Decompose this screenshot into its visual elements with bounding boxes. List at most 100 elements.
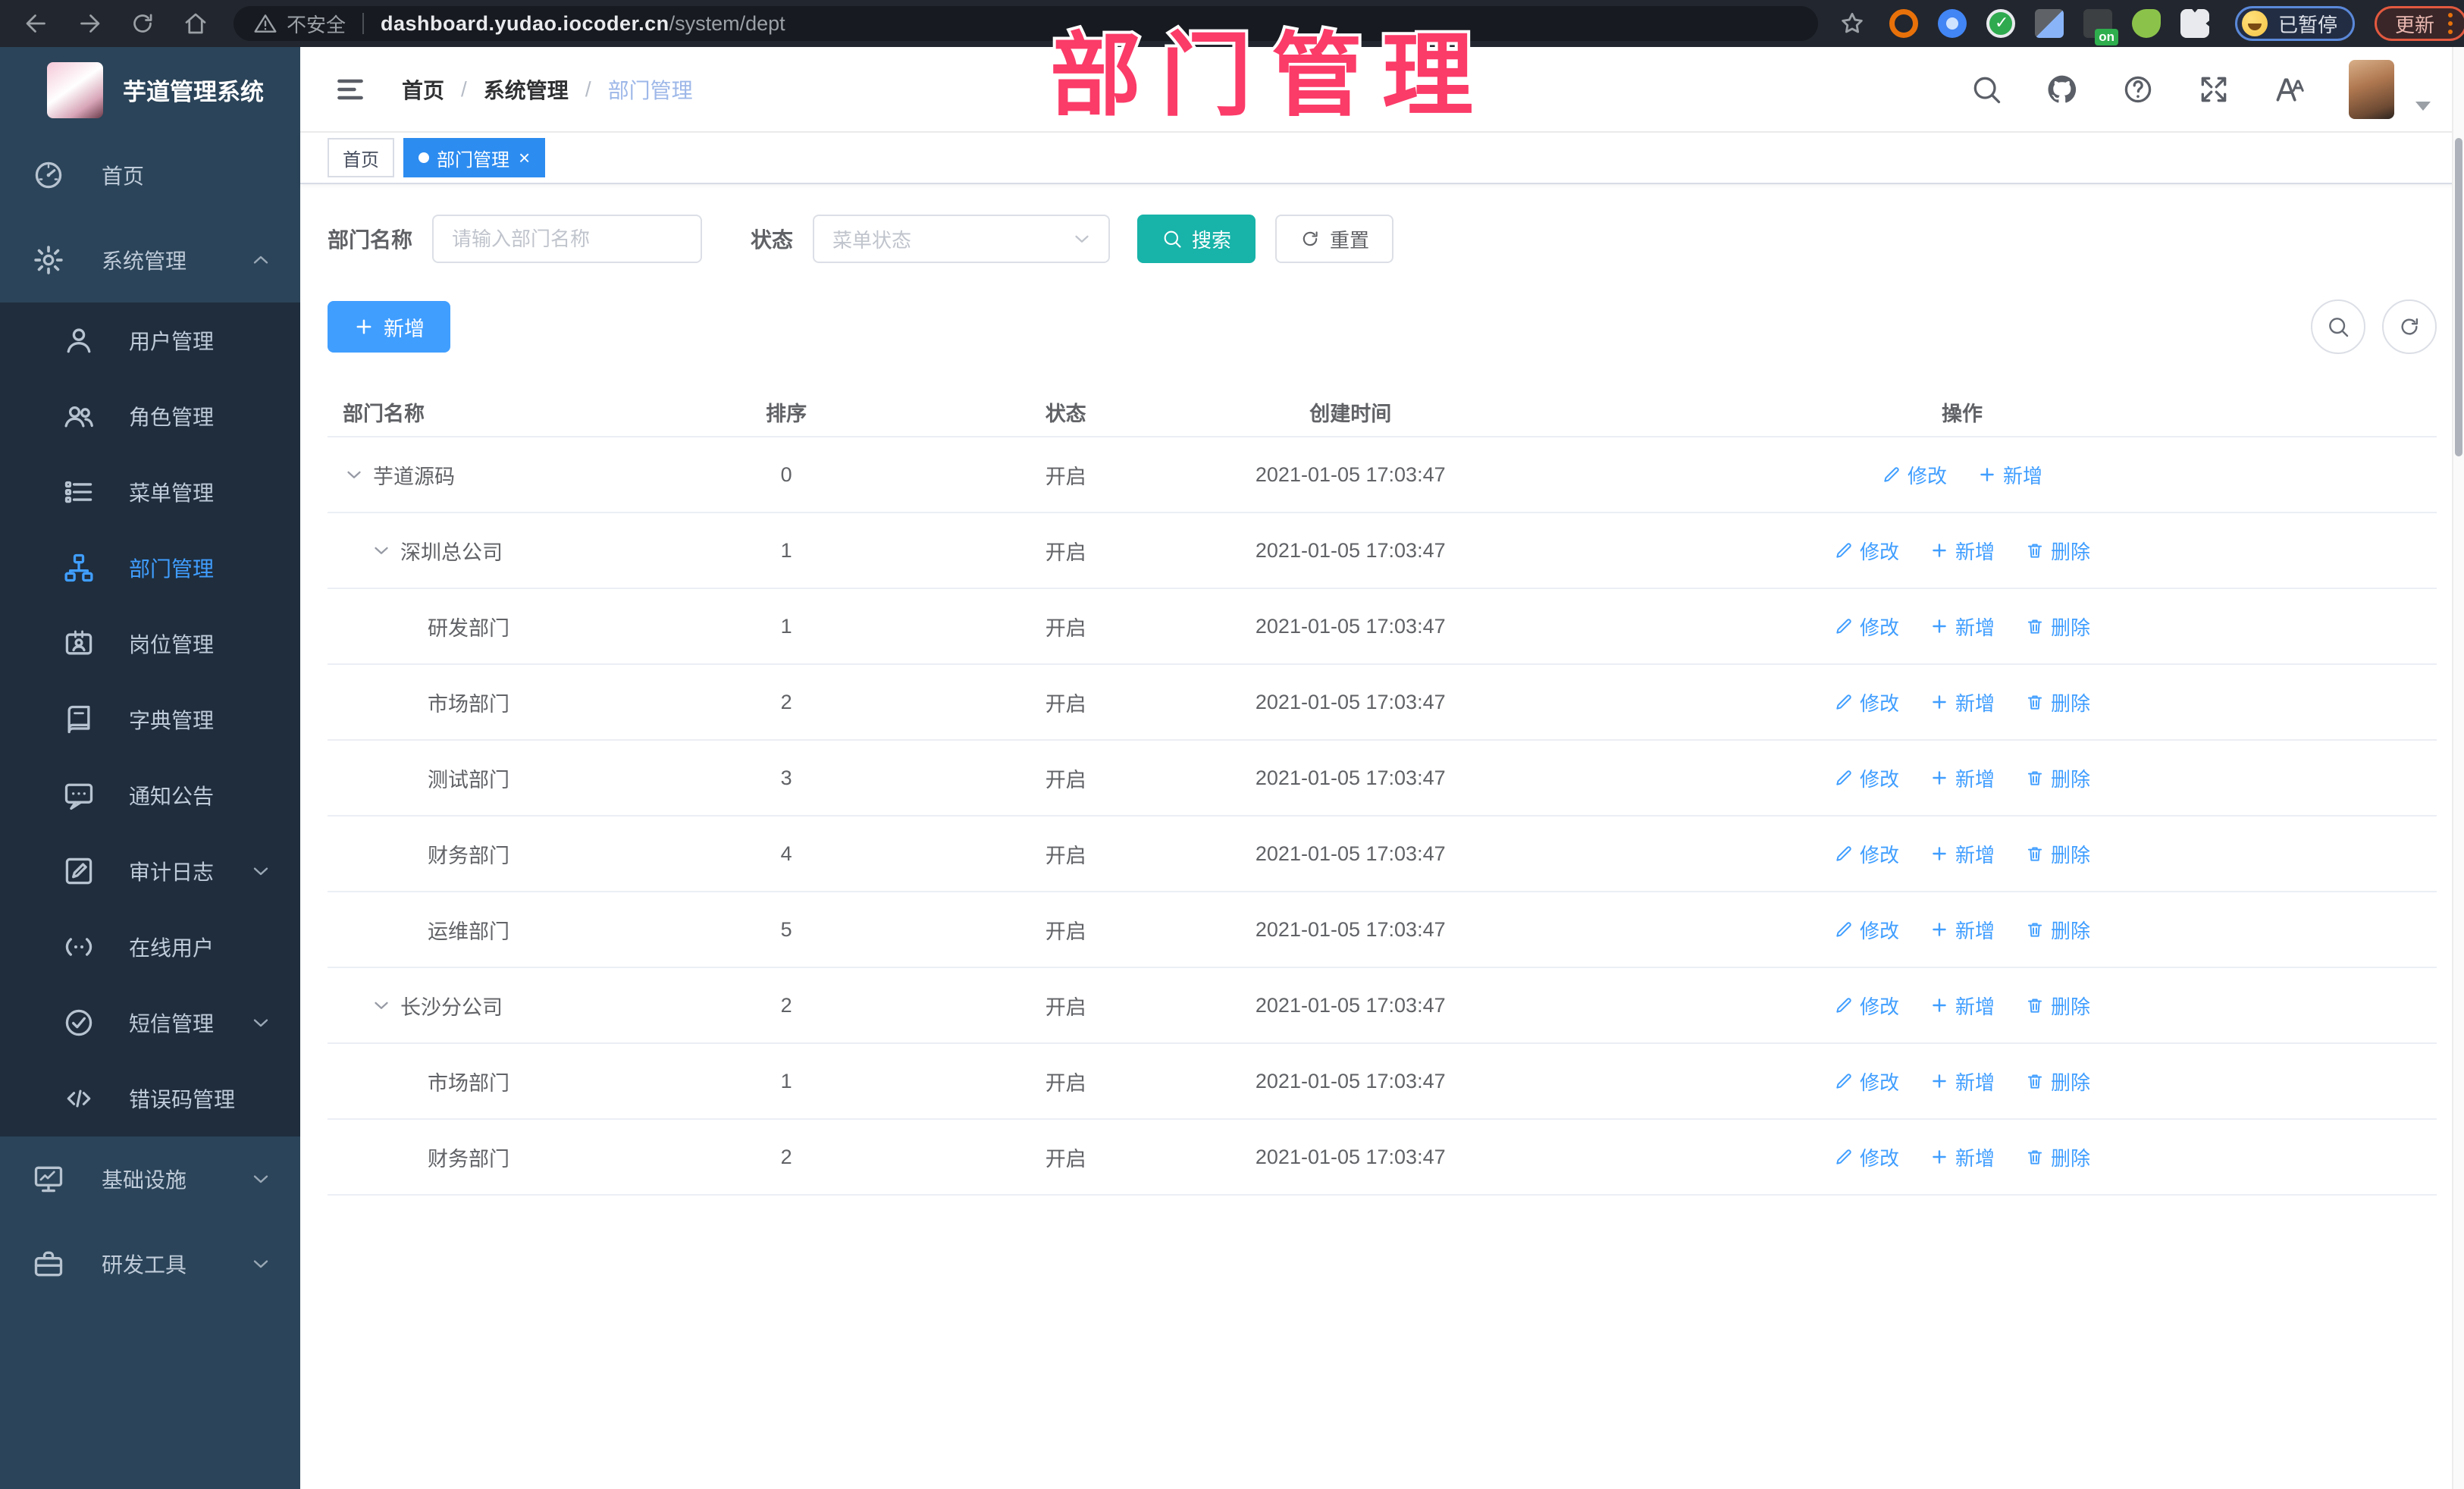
breadcrumb-item[interactable]: 首页 bbox=[402, 74, 444, 105]
edit-action-link[interactable]: 修改 bbox=[1834, 1067, 1899, 1096]
action-label: 新增 bbox=[1955, 691, 1995, 715]
add-action-link[interactable]: 新增 bbox=[1930, 613, 1995, 641]
edit-action-link[interactable]: 修改 bbox=[1834, 992, 1899, 1020]
delete-action-link[interactable]: 删除 bbox=[2025, 840, 2090, 868]
ext-pin-icon[interactable] bbox=[1938, 9, 1967, 38]
delete-action-link[interactable]: 删除 bbox=[2025, 1143, 2090, 1171]
add-action-link[interactable]: 新增 bbox=[1930, 537, 1995, 565]
forward-icon[interactable] bbox=[73, 7, 106, 40]
breadcrumb-item[interactable]: 系统管理 bbox=[484, 74, 569, 105]
chrome-menu-icon[interactable] bbox=[2448, 13, 2453, 34]
ext-on-icon[interactable] bbox=[2083, 9, 2118, 45]
close-tab-icon[interactable]: × bbox=[519, 148, 530, 168]
sidebar-item-研发工具[interactable]: 研发工具 bbox=[0, 1221, 300, 1306]
add-action-link[interactable]: 新增 bbox=[1977, 461, 2042, 489]
not-secure-warning-icon bbox=[253, 11, 277, 36]
created-time: 2021-01-05 17:03:47 bbox=[1255, 690, 1446, 713]
delete-action-link[interactable]: 删除 bbox=[2025, 688, 2090, 716]
dept-name-input[interactable] bbox=[432, 215, 703, 263]
profile-paused-badge[interactable]: 已暂停 bbox=[2235, 6, 2356, 41]
scrollbar-thumb[interactable] bbox=[2455, 138, 2462, 456]
hamburger-icon[interactable] bbox=[334, 73, 367, 106]
edit-action-link[interactable]: 修改 bbox=[1834, 840, 1899, 868]
sidebar-item-短信管理[interactable]: 短信管理 bbox=[0, 985, 300, 1061]
avatar-caret-down-icon[interactable] bbox=[2415, 101, 2431, 111]
sidebar-item-角色管理[interactable]: 角色管理 bbox=[0, 378, 300, 454]
edit-action-link[interactable]: 修改 bbox=[1834, 537, 1899, 565]
delete-action-link[interactable]: 删除 bbox=[2025, 992, 2090, 1020]
delete-action-link[interactable]: 删除 bbox=[2025, 916, 2090, 944]
expand-caret-icon[interactable] bbox=[370, 994, 393, 1017]
tab-首页[interactable]: 首页 bbox=[328, 138, 394, 177]
column-header: 操作 bbox=[1942, 402, 1983, 425]
ext-puzzle-icon[interactable] bbox=[2180, 9, 2209, 38]
sidebar-item-label: 角色管理 bbox=[129, 406, 215, 429]
sidebar-item-审计日志[interactable]: 审计日志 bbox=[0, 833, 300, 909]
reset-button[interactable]: 重置 bbox=[1275, 215, 1394, 263]
delete-action-link[interactable]: 删除 bbox=[2025, 537, 2090, 565]
github-icon[interactable] bbox=[2045, 73, 2079, 106]
sidebar-item-岗位管理[interactable]: 岗位管理 bbox=[0, 606, 300, 682]
add-action-link[interactable]: 新增 bbox=[1930, 1067, 1995, 1096]
edit-action-link[interactable]: 修改 bbox=[1834, 688, 1899, 716]
add-button[interactable]: 新增 bbox=[328, 301, 450, 353]
sidebar-item-用户管理[interactable]: 用户管理 bbox=[0, 303, 300, 378]
back-icon[interactable] bbox=[20, 7, 53, 40]
scrollbar[interactable] bbox=[2452, 47, 2464, 1489]
sidebar-item-错误码管理[interactable]: 错误码管理 bbox=[0, 1061, 300, 1136]
action-label: 修改 bbox=[1860, 767, 1900, 791]
add-action-link[interactable]: 新增 bbox=[1930, 1143, 1995, 1171]
avatar[interactable] bbox=[2349, 59, 2394, 119]
sidebar-item-label: 首页 bbox=[102, 165, 145, 188]
home-icon[interactable] bbox=[179, 7, 212, 40]
sidebar-item-基础设施[interactable]: 基础设施 bbox=[0, 1136, 300, 1221]
sidebar-item-部门管理[interactable]: 部门管理 bbox=[0, 530, 300, 606]
edit-action-link[interactable]: 修改 bbox=[1834, 1143, 1899, 1171]
edit-action-link[interactable]: 修改 bbox=[1834, 764, 1899, 792]
add-action-link[interactable]: 新增 bbox=[1930, 916, 1995, 944]
delete-action-link[interactable]: 删除 bbox=[2025, 1067, 2090, 1096]
toggle-search-button[interactable] bbox=[2311, 299, 2365, 354]
fontsize-icon[interactable] bbox=[2273, 73, 2306, 106]
dept-name-cell: 芋道源码 bbox=[328, 437, 654, 512]
ext-leaf-icon[interactable] bbox=[2132, 9, 2161, 38]
ext-orange-icon[interactable] bbox=[1889, 9, 1918, 38]
delete-action-link[interactable]: 删除 bbox=[2025, 613, 2090, 641]
ext-green-check-icon[interactable] bbox=[1986, 9, 2015, 38]
sidebar-item-通知公告[interactable]: 通知公告 bbox=[0, 757, 300, 833]
add-action-link[interactable]: 新增 bbox=[1930, 764, 1995, 792]
refresh-table-button[interactable] bbox=[2382, 299, 2437, 354]
add-action-link[interactable]: 新增 bbox=[1930, 992, 1995, 1020]
tab-部门管理[interactable]: 部门管理 × bbox=[403, 138, 546, 177]
fullscreen-icon[interactable] bbox=[2197, 73, 2230, 106]
sidebar-item-字典管理[interactable]: 字典管理 bbox=[0, 682, 300, 757]
logo-image bbox=[47, 61, 103, 118]
edit-action-link[interactable]: 修改 bbox=[1834, 613, 1899, 641]
search-button[interactable]: 搜索 bbox=[1137, 215, 1256, 263]
bookmark-star-icon[interactable] bbox=[1838, 9, 1867, 38]
chrome-update-button[interactable]: 更新 bbox=[2375, 6, 2464, 41]
status-select[interactable]: 菜单状态 bbox=[813, 215, 1111, 263]
created-time: 2021-01-05 17:03:47 bbox=[1255, 614, 1446, 638]
add-action-link[interactable]: 新增 bbox=[1930, 840, 1995, 868]
sidebar-item-在线用户[interactable]: 在线用户 bbox=[0, 909, 300, 985]
sort-value: 4 bbox=[780, 842, 792, 865]
help-icon[interactable] bbox=[2121, 73, 2155, 106]
add-action-link[interactable]: 新增 bbox=[1930, 688, 1995, 716]
expand-caret-icon[interactable] bbox=[343, 463, 365, 486]
edit-action-link[interactable]: 修改 bbox=[1834, 916, 1899, 944]
row-actions: 修改 新增 删除 bbox=[1487, 892, 2437, 967]
ext-grid-icon[interactable] bbox=[2035, 9, 2064, 38]
app-logo[interactable]: 芋道管理系统 bbox=[0, 47, 300, 133]
delete-action-link[interactable]: 删除 bbox=[2025, 764, 2090, 792]
search-icon[interactable] bbox=[1970, 73, 2003, 106]
edit-action-link[interactable]: 修改 bbox=[1882, 461, 1947, 489]
sidebar-item-菜单管理[interactable]: 菜单管理 bbox=[0, 454, 300, 530]
sidebar-item-系统管理[interactable]: 系统管理 bbox=[0, 218, 300, 303]
sidebar-item-首页[interactable]: 首页 bbox=[0, 133, 300, 218]
plus-icon bbox=[1930, 920, 1949, 939]
sidebar-item-label: 审计日志 bbox=[129, 860, 215, 884]
expand-caret-icon[interactable] bbox=[370, 539, 393, 562]
address-bar[interactable]: 不安全 dashboard.yudao.iocoder.cn/system/de… bbox=[234, 6, 1818, 41]
reload-icon[interactable] bbox=[126, 7, 159, 40]
